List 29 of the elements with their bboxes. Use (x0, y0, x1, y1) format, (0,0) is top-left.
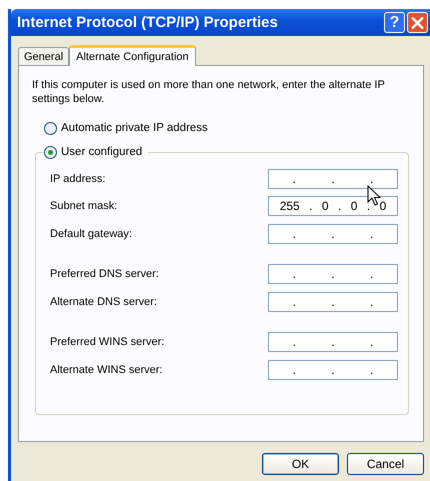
field-label: Alternate DNS server: (50, 296, 157, 308)
radio-button[interactable] (44, 146, 57, 158)
field-label: Subnet mask: (50, 200, 118, 212)
ip-address-field[interactable]: . . . (268, 332, 398, 352)
field-label: Preferred DNS server: (50, 268, 159, 280)
field-label: Default gateway: (50, 228, 132, 240)
radio-button[interactable] (44, 122, 57, 134)
radio-label: Automatic private IP address (61, 122, 208, 134)
help-button[interactable]: ? (384, 12, 405, 33)
tab[interactable]: Alternate Configuration (69, 45, 196, 66)
ip-address-field[interactable]: 255 . 0 . 0 . 0 (268, 196, 398, 216)
ip-address-field[interactable]: . . . (268, 360, 398, 380)
intro-text: If this computer is used on more than one network, enter the alternate IP settings below. (32, 78, 386, 106)
cancel-button[interactable]: Cancel (347, 453, 424, 475)
field-label: IP address: (50, 172, 106, 185)
ip-address-field[interactable]: . . . (268, 168, 398, 189)
window-title: Internet Protocol (TCP/IP) Properties (17, 14, 279, 31)
tab[interactable]: General (18, 47, 70, 65)
field-label: Preferred WINS server: (50, 336, 164, 348)
radio-label: User configured (61, 146, 142, 158)
ip-address-field[interactable]: . . . (268, 224, 398, 244)
pointer-icon (367, 185, 381, 207)
radio-option[interactable]: Automatic private IP address (44, 119, 409, 137)
ok-button[interactable]: OK (262, 453, 339, 475)
ip-address-field[interactable]: . . . (268, 264, 398, 284)
radio-option[interactable]: User configured (44, 143, 148, 161)
field-label: Alternate WINS server: (50, 364, 162, 376)
ip-address-field[interactable]: . . . (268, 292, 398, 312)
close-button[interactable] (407, 12, 428, 33)
